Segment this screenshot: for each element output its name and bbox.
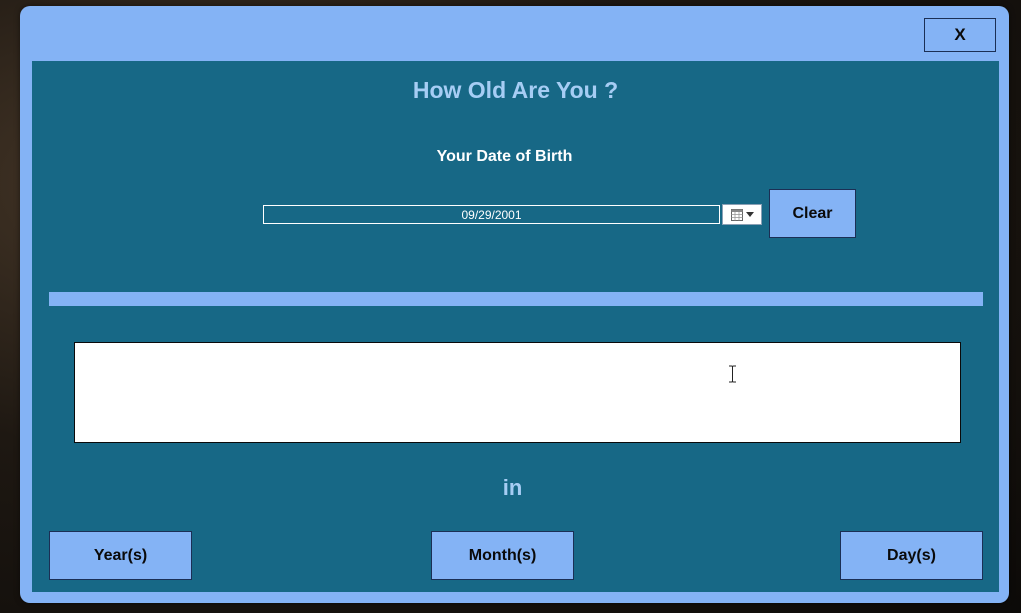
in-label: in	[502, 475, 523, 500]
months-button[interactable]: Month(s)	[431, 531, 574, 580]
days-button[interactable]: Day(s)	[840, 531, 983, 580]
age-result-box[interactable]	[74, 342, 961, 443]
chevron-down-icon	[745, 212, 754, 217]
app-window: X How Old Are You ? Your Date of Birth C…	[20, 6, 1009, 603]
date-picker-button[interactable]	[722, 204, 762, 225]
date-of-birth-label: Your Date of Birth	[436, 148, 573, 165]
main-panel: How Old Are You ? Your Date of Birth Cle…	[32, 61, 999, 592]
section-divider	[49, 292, 983, 306]
page-title: How Old Are You ?	[412, 77, 619, 103]
calendar-icon	[730, 208, 743, 221]
years-button[interactable]: Year(s)	[49, 531, 192, 580]
close-button[interactable]: X	[924, 18, 996, 52]
text-cursor-icon	[729, 365, 736, 383]
date-of-birth-field[interactable]	[263, 205, 720, 224]
clear-button[interactable]: Clear	[769, 189, 856, 238]
